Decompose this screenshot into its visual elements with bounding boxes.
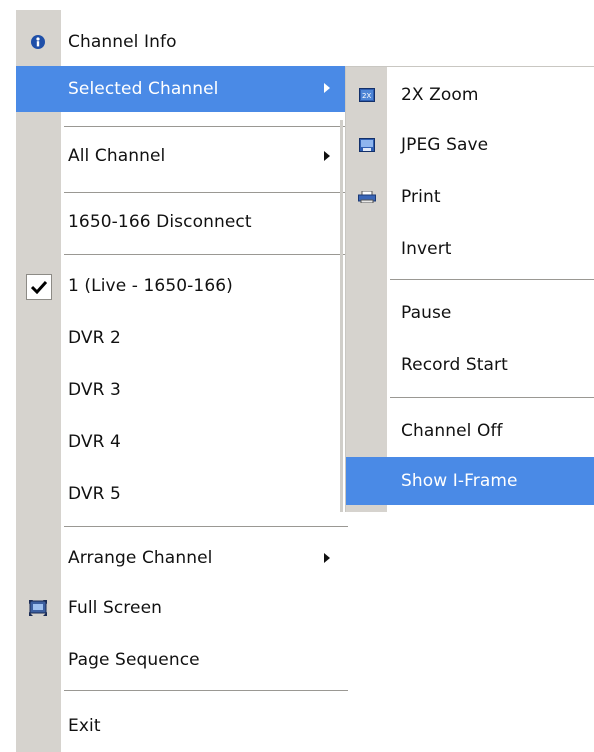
menu-border-shadow	[340, 120, 343, 512]
printer-icon	[356, 186, 378, 208]
submenu-arrow-icon	[324, 83, 330, 93]
menu-item-label: Pause	[401, 303, 452, 323]
menu-item-label: All Channel	[68, 146, 166, 166]
menu-separator	[64, 690, 348, 692]
menu-item-channel-off[interactable]: Channel Off	[346, 409, 594, 453]
menu-item-arrange-channel[interactable]: Arrange Channel	[16, 536, 348, 580]
menu-item-label: Channel Off	[401, 421, 503, 441]
menu-item-page-sequence[interactable]: Page Sequence	[16, 638, 348, 682]
menu-item-channel-1-live[interactable]: 1 (Live - 1650-166)	[16, 264, 348, 308]
menu-item-record-start[interactable]: Record Start	[346, 343, 594, 387]
menu-item-label: DVR 3	[68, 380, 121, 400]
menu-item-label: 1650-166 Disconnect	[68, 212, 252, 232]
full-screen-icon	[27, 597, 49, 619]
submenu-arrow-icon	[324, 151, 330, 161]
menu-item-dvr-2[interactable]: DVR 2	[16, 316, 348, 360]
menu-item-disconnect[interactable]: 1650-166 Disconnect	[16, 200, 348, 244]
menu-separator	[390, 397, 594, 399]
menu-item-label: DVR 2	[68, 328, 121, 348]
menu-item-label: Arrange Channel	[68, 548, 213, 568]
menu-item-jpeg-save[interactable]: JPEG Save	[346, 123, 594, 167]
menu-separator	[64, 254, 348, 256]
menu-separator	[390, 279, 594, 281]
menu-item-selected-channel[interactable]: Selected Channel	[16, 66, 348, 112]
menu-item-dvr-5[interactable]: DVR 5	[16, 472, 348, 516]
selected-channel-submenu: 2X 2X Zoom JPEG Save Print Invert Pause …	[345, 66, 594, 512]
menu-item-label: JPEG Save	[401, 135, 489, 155]
menu-item-exit[interactable]: Exit	[16, 704, 348, 748]
menu-item-2x-zoom[interactable]: 2X 2X Zoom	[346, 73, 594, 117]
menu-item-pause[interactable]: Pause	[346, 291, 594, 335]
menu-separator	[64, 126, 348, 128]
menu-item-label: Full Screen	[68, 598, 163, 618]
menu-item-label: Exit	[68, 716, 101, 736]
menu-item-dvr-3[interactable]: DVR 3	[16, 368, 348, 412]
submenu-arrow-icon	[324, 553, 330, 563]
menu-item-label: 2X Zoom	[401, 85, 479, 105]
menu-item-label: DVR 5	[68, 484, 121, 504]
menu-item-channel-info[interactable]: Channel Info	[16, 20, 348, 64]
checkmark-icon	[26, 274, 52, 300]
menu-item-label: Invert	[401, 239, 452, 259]
menu-item-label: Selected Channel	[68, 79, 219, 99]
menu-item-label: DVR 4	[68, 432, 121, 452]
menu-item-dvr-4[interactable]: DVR 4	[16, 420, 348, 464]
save-image-icon	[356, 134, 378, 156]
menu-item-label: Page Sequence	[68, 650, 200, 670]
menu-item-label: 1 (Live - 1650-166)	[68, 276, 233, 296]
menu-item-show-i-frame[interactable]: Show I-Frame	[346, 457, 594, 505]
menu-item-label: Record Start	[401, 355, 508, 375]
svg-text:2X: 2X	[362, 92, 371, 100]
menu-separator	[64, 192, 348, 194]
context-menu: Channel Info Selected Channel All Channe…	[16, 10, 348, 752]
info-icon	[27, 31, 49, 53]
menu-item-print[interactable]: Print	[346, 175, 594, 219]
menu-item-invert[interactable]: Invert	[346, 227, 594, 271]
menu-item-label: Print	[401, 187, 441, 207]
menu-item-label: Show I-Frame	[401, 471, 518, 491]
menu-item-label: Channel Info	[68, 32, 177, 52]
menu-item-full-screen[interactable]: Full Screen	[16, 586, 348, 630]
menu-item-all-channel[interactable]: All Channel	[16, 134, 348, 178]
menu-separator	[64, 526, 348, 528]
zoom-icon: 2X	[356, 84, 378, 106]
